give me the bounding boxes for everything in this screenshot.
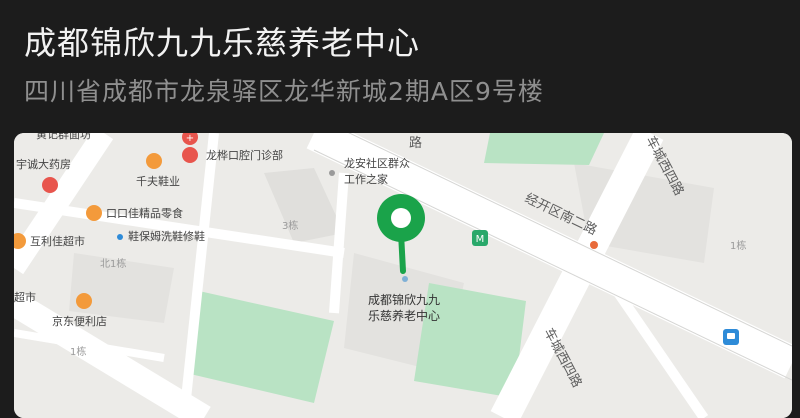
location-dot [402, 276, 408, 282]
map-view[interactable]: 经开区南二路 路 车城西四路 车城西四路 黄记群面坊 + 龙桦口腔门诊部 龙安社… [14, 133, 792, 418]
traffic-light-icon [590, 241, 598, 249]
map-canvas[interactable]: 经开区南二路 路 车城西四路 车城西四路 黄记群面坊 + 龙桦口腔门诊部 龙安社… [14, 133, 792, 418]
pharmacy-icon[interactable] [42, 177, 58, 193]
building-number: 1栋 [70, 345, 86, 358]
poi-label[interactable]: 宇诚大药房 [16, 157, 71, 171]
building-number: 3栋 [282, 219, 298, 232]
poi-label[interactable]: 京东便利店 [52, 314, 107, 328]
pin-center [391, 208, 411, 228]
clinic-icon[interactable] [182, 147, 198, 163]
place-title: 成都锦欣九九乐慈养老中心 [24, 24, 421, 62]
place-address: 四川省成都市龙泉驿区龙华新城2期A区9号楼 [24, 77, 544, 106]
dot-icon [117, 234, 123, 240]
road-label-top: 路 [409, 135, 422, 151]
metro-icon-glyph: M [476, 234, 485, 245]
store-icon[interactable] [76, 293, 92, 309]
poi-label[interactable]: 超市 [14, 290, 36, 304]
building-number: 北1栋 [100, 257, 126, 270]
bus-stop-icon-glyph [727, 333, 735, 339]
poi-label[interactable]: 互利佳超市 [30, 234, 85, 248]
poi-label[interactable]: 千夫鞋业 [136, 174, 180, 188]
dot-icon [329, 170, 335, 176]
building-number: 1栋 [730, 239, 746, 252]
pin-label-line2[interactable]: 乐慈养老中心 [368, 308, 440, 323]
shop-icon[interactable] [146, 153, 162, 169]
pin-label-line1[interactable]: 成都锦欣九九 [368, 293, 440, 307]
green-area [484, 133, 604, 165]
poi-label[interactable]: 工作之家 [344, 172, 388, 186]
poi-label[interactable]: 黄记群面坊 [36, 133, 91, 141]
poi-label[interactable]: 龙安社区群众 [344, 156, 410, 170]
poi-label[interactable]: 口口佳精品零食 [106, 206, 183, 220]
medical-icon-glyph: + [186, 133, 194, 144]
poi-label[interactable]: 鞋保姆洗鞋修鞋 [128, 229, 205, 243]
poi-label[interactable]: 龙桦口腔门诊部 [206, 148, 283, 162]
shop-icon[interactable] [86, 205, 102, 221]
